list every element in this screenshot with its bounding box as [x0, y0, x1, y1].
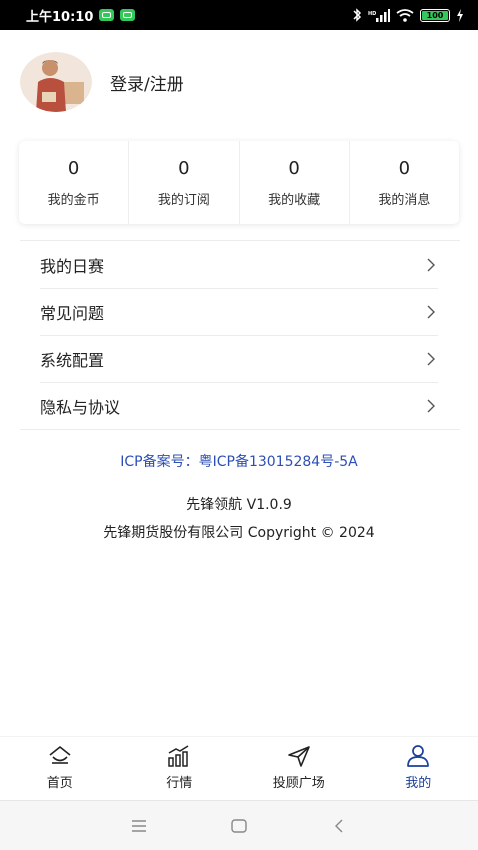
status-bar: 上午10:10 HD 100 — [0, 0, 478, 30]
home-nav-button[interactable] — [189, 801, 289, 850]
tab-mine[interactable]: 我的 — [359, 737, 478, 798]
settings-menu: 我的日赛 常见问题 系统配置 隐私与协议 — [20, 240, 460, 430]
menu-item-label: 隐私与协议 — [40, 397, 121, 417]
tab-home[interactable]: 首页 — [0, 737, 120, 798]
battery-level: 100 — [426, 10, 444, 20]
home-icon — [49, 746, 71, 764]
avatar[interactable] — [20, 52, 92, 112]
status-time: 上午10:10 — [26, 9, 94, 25]
chevron-right-icon — [427, 258, 435, 271]
menu-item-label: 我的日赛 — [40, 256, 105, 276]
menu-item-faq[interactable]: 常见问题 — [20, 288, 460, 335]
system-nav-bar — [0, 800, 478, 850]
stats-card: 0 我的金币 0 我的订阅 0 我的收藏 0 我的消息 — [19, 141, 459, 224]
login-register-link[interactable]: 登录/注册 — [110, 70, 184, 95]
back-chevron-icon — [335, 819, 343, 832]
tab-label: 我的 — [405, 776, 432, 791]
menu-icon — [132, 819, 146, 832]
menu-item-daily-contest[interactable]: 我的日赛 — [20, 241, 460, 288]
tab-label: 投顾广场 — [272, 776, 325, 791]
app-notification-icon — [99, 9, 115, 21]
stat-value: 0 — [178, 157, 190, 179]
menu-item-label: 常见问题 — [40, 303, 105, 323]
menu-item-system-config[interactable]: 系统配置 — [20, 335, 460, 382]
charging-icon — [457, 8, 463, 22]
signal-icon: HD — [368, 8, 390, 22]
app-version: 先锋领航 V1.0.9 — [186, 497, 292, 513]
stat-label: 我的收藏 — [268, 192, 321, 208]
stat-value: 0 — [398, 157, 411, 179]
square-home-icon — [231, 818, 247, 833]
stat-favorites[interactable]: 0 我的收藏 — [240, 141, 350, 224]
battery-icon: 100 — [420, 8, 450, 22]
profile-header[interactable]: 登录/注册 — [20, 52, 184, 112]
tab-label: 行情 — [166, 776, 193, 791]
chevron-right-icon — [427, 352, 435, 365]
tab-advisor-square[interactable]: 投顾广场 — [239, 737, 359, 798]
market-chart-icon — [168, 745, 189, 767]
bottom-tab-bar: 首页 行情 投顾广场 我的 — [0, 736, 478, 798]
menu-nav-button[interactable] — [89, 801, 189, 850]
svg-text:HD: HD — [368, 11, 376, 17]
copyright-text: 先锋期货股份有限公司 Copyright © 2024 — [103, 525, 375, 541]
stat-subscriptions[interactable]: 0 我的订阅 — [129, 141, 240, 224]
bluetooth-icon — [353, 8, 362, 22]
stat-value: 0 — [288, 157, 300, 179]
stat-value: 0 — [67, 157, 80, 179]
tab-market[interactable]: 行情 — [120, 737, 240, 798]
stat-label: 我的金币 — [47, 192, 100, 208]
stat-messages[interactable]: 0 我的消息 — [350, 141, 459, 224]
stat-label: 我的订阅 — [157, 192, 210, 208]
menu-item-privacy[interactable]: 隐私与协议 — [20, 382, 460, 429]
stat-coins[interactable]: 0 我的金币 — [19, 141, 130, 224]
chevron-right-icon — [427, 305, 435, 318]
tab-label: 首页 — [46, 776, 73, 791]
menu-item-label: 系统配置 — [40, 350, 105, 370]
icp-record-link[interactable]: ICP备案号：粤ICP备13015284号-5A — [0, 451, 478, 471]
back-nav-button[interactable] — [289, 801, 389, 850]
send-arrow-icon — [287, 746, 310, 767]
app-notification-icon — [120, 9, 136, 21]
user-icon — [407, 745, 430, 767]
wifi-icon — [396, 8, 414, 22]
chevron-right-icon — [427, 399, 435, 412]
stat-label: 我的消息 — [378, 192, 431, 208]
